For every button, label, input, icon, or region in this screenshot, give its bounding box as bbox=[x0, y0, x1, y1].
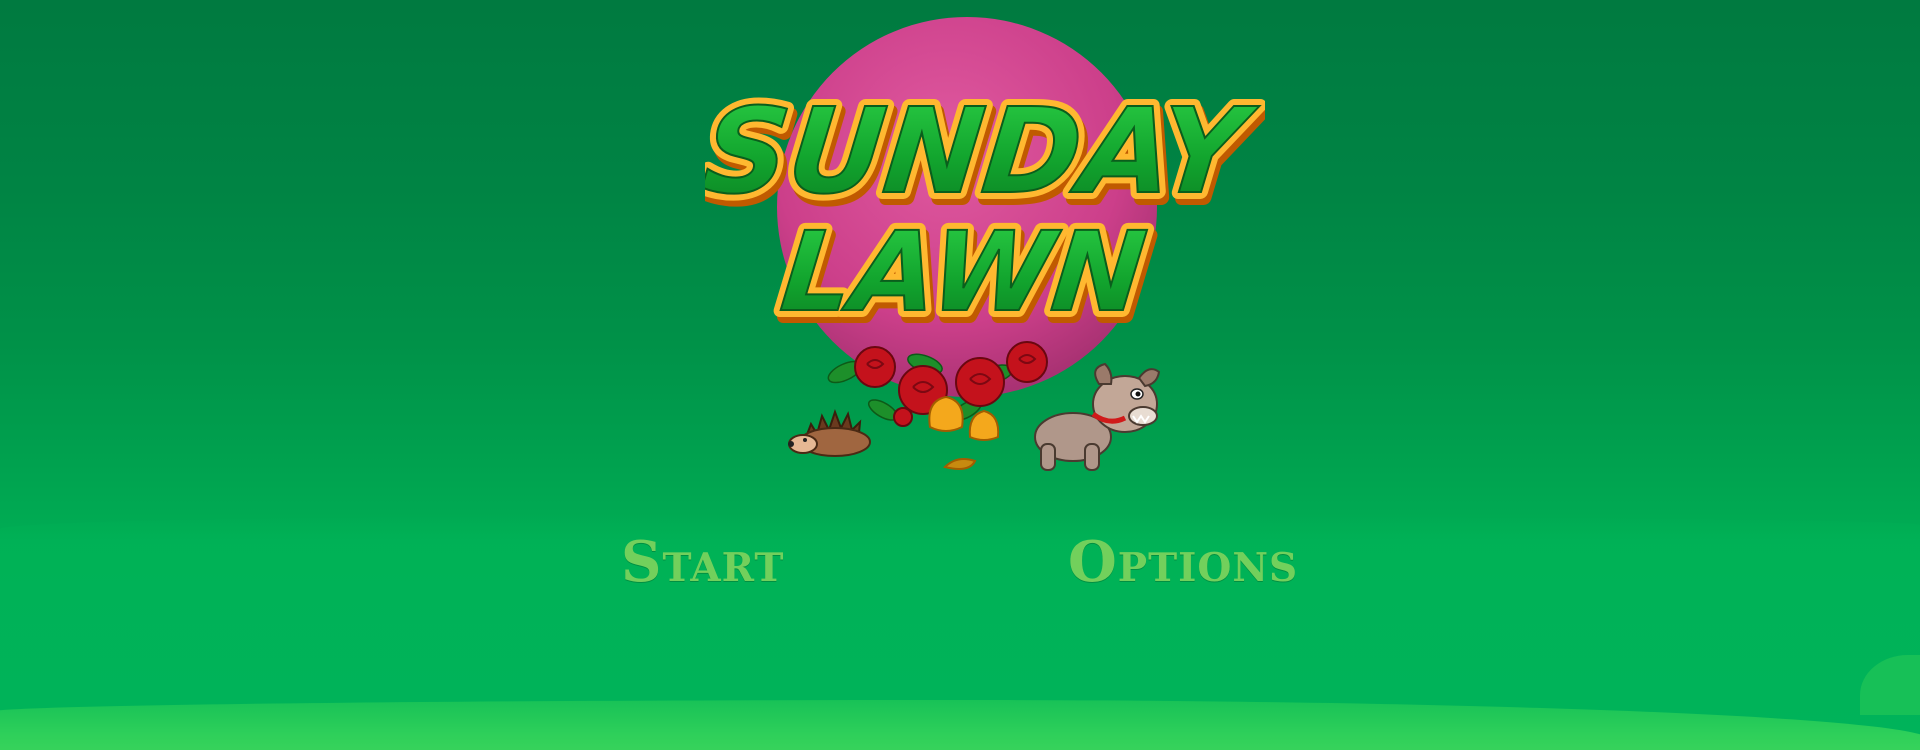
logo-line2: LAWN bbox=[776, 209, 1152, 337]
garden-illustration bbox=[788, 341, 1161, 471]
game-logo: SUNDAY SUNDAY SUNDAY LAWN LAWN LAWN bbox=[705, 12, 1265, 492]
options-button[interactable]: Options bbox=[1068, 527, 1298, 597]
bulldog-icon bbox=[1034, 362, 1161, 471]
logo-title: SUNDAY SUNDAY SUNDAY LAWN LAWN LAWN bbox=[705, 75, 1265, 350]
start-button[interactable]: Start bbox=[621, 527, 784, 597]
hedgehog-icon bbox=[788, 409, 871, 457]
title-screen: SUNDAY SUNDAY SUNDAY LAWN LAWN LAWN Star… bbox=[0, 0, 1920, 750]
logo-line1: SUNDAY bbox=[705, 82, 1262, 220]
